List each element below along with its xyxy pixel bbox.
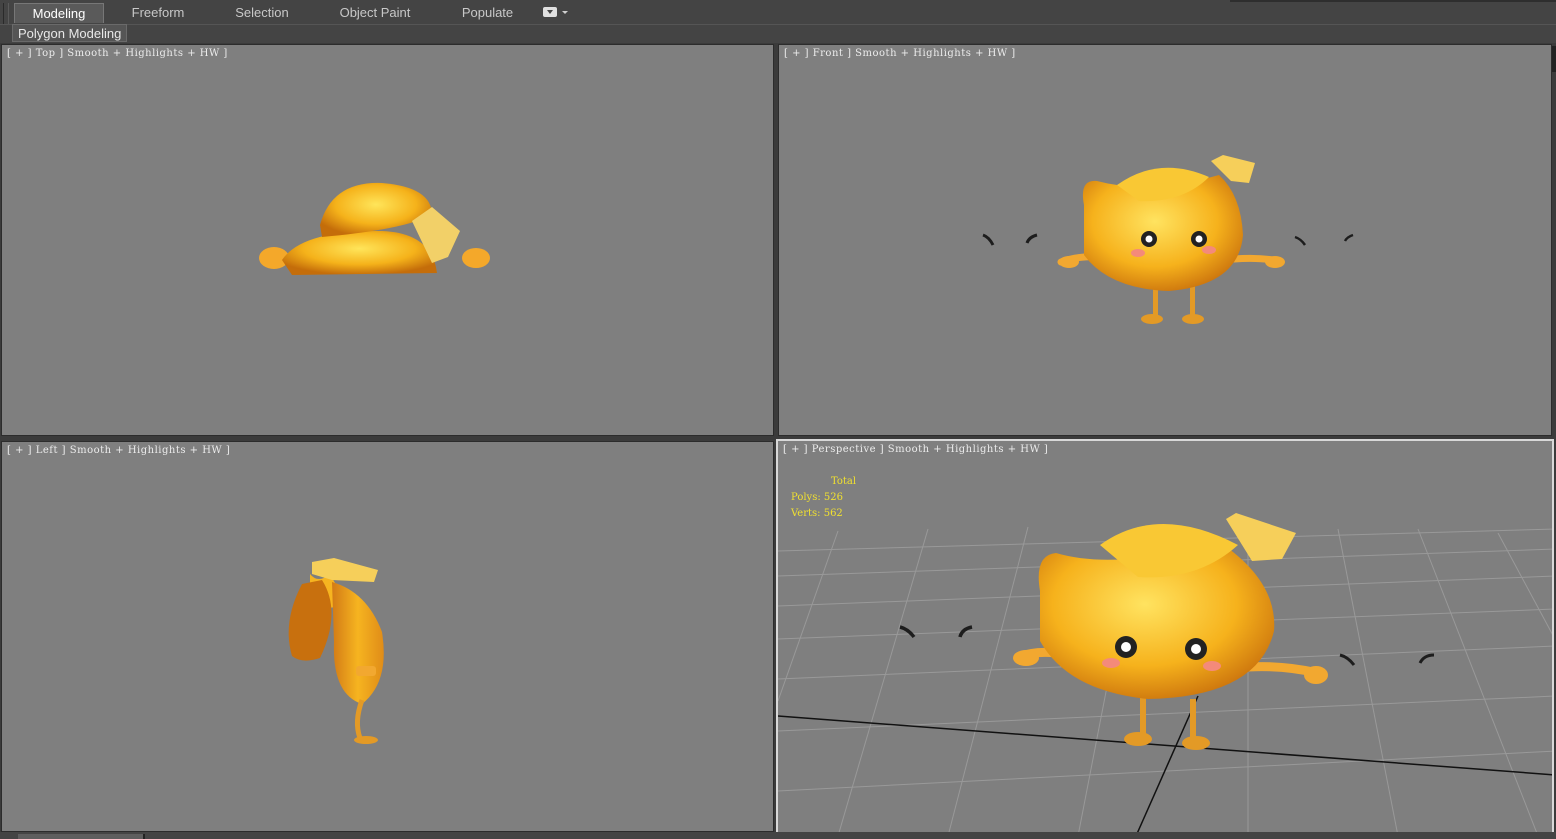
scrollbar[interactable] [1552,46,1556,72]
status-bar-strip [0,832,1556,839]
perspective-scene [778,513,1552,832]
polygon-modeling-panel[interactable]: Polygon Modeling [12,24,128,42]
status-bar-segment[interactable] [18,834,145,839]
tab-object-paint[interactable]: Object Paint [330,3,420,23]
banana-character-top-view [259,182,490,275]
ribbon-panel-bar [0,24,1556,43]
tab-populate[interactable]: Populate [450,3,525,23]
ribbon-divider [1230,0,1556,2]
viewport-perspective[interactable]: [ + ] Perspective ] Smooth + Highlights … [776,439,1554,834]
viewport-top[interactable]: [ + ] Top ] Smooth + Highlights + HW ] [1,44,774,436]
tab-freeform[interactable]: Freeform [118,3,198,23]
banana-character-left-view [288,558,384,744]
tab-selection[interactable]: Selection [222,3,302,23]
banana-character-front-view [982,155,1354,324]
chevron-down-icon[interactable] [562,11,568,14]
viewport-front[interactable]: [ + ] Front ] Smooth + Highlights + HW ] [778,44,1552,436]
tab-modeling[interactable]: Modeling [14,3,104,23]
viewport-left[interactable]: [ + ] Left ] Smooth + Highlights + HW ] [1,441,774,832]
dropdown-options-icon[interactable] [543,7,557,17]
ribbon-tabs-bar: Modeling Freeform Selection Object Paint… [0,0,1556,39]
